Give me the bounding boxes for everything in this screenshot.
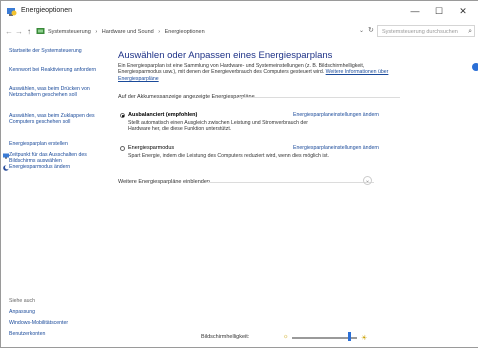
sidebar-link-display-off[interactable]: Zeitpunkt für das Ausschalten des Bildsc…: [9, 152, 105, 165]
section-divider: [238, 97, 400, 98]
sidebar-link-create-plan[interactable]: Energiesparplan erstellen: [9, 141, 105, 147]
breadcrumb-item[interactable]: Hardware und Sound: [102, 29, 154, 35]
sidebar-link-mobility-center[interactable]: Windows-Mobilitätscenter: [9, 320, 105, 326]
breadcrumb[interactable]: Systemsteuerung › Hardware und Sound › E…: [48, 26, 208, 38]
window-title: Energieoptionen: [21, 7, 72, 14]
plan-name-balanced[interactable]: Ausbalanciert (empfohlen): [128, 112, 197, 118]
breadcrumb-item[interactable]: Energieoptionen: [165, 29, 205, 35]
section-label: Auf der Akkumessanzeige angezeigte Energ…: [118, 94, 255, 100]
control-panel-icon: [36, 28, 45, 34]
forward-button[interactable]: →: [14, 25, 24, 39]
page-description: Ein Energiesparplan ist eine Sammlung vo…: [118, 63, 402, 82]
see-also-heading: Siehe auch: [9, 298, 35, 304]
sidebar-link-sleep[interactable]: Energiesparmodus ändern: [9, 164, 105, 170]
title-bar: Energieoptionen — ☐ ✕: [1, 1, 478, 23]
address-bar: ← → ↑ Systemsteuerung › Hardware und Sou…: [1, 24, 478, 40]
power-options-icon: [7, 8, 17, 16]
page-title: Auswählen oder Anpassen eines Energiespa…: [118, 50, 333, 61]
brightness-label: Bildschirmhelligkeit:: [201, 334, 250, 340]
plan-name-power-saver[interactable]: Energiesparmodus: [128, 145, 174, 151]
address-dropdown-icon[interactable]: ⌄: [359, 27, 364, 34]
minimize-button[interactable]: —: [404, 3, 426, 19]
plan-description-balanced: Stellt automatisch einen Ausgleich zwisc…: [128, 120, 308, 133]
help-icon[interactable]: [472, 63, 478, 71]
close-button[interactable]: ✕: [452, 3, 474, 19]
sidebar-link-personalization[interactable]: Anpassung: [9, 309, 105, 315]
window: Energieoptionen — ☐ ✕ ← → ↑ Systemsteuer…: [0, 0, 478, 348]
breadcrumb-separator: ›: [95, 29, 98, 35]
refresh-icon[interactable]: ↻: [368, 26, 374, 34]
search-placeholder: Systemsteuerung durchsuchen: [382, 29, 458, 35]
brightness-low-icon: ☼: [283, 334, 289, 340]
maximize-button[interactable]: ☐: [428, 3, 450, 19]
expand-icon[interactable]: ⌄: [363, 176, 372, 185]
main-content: Auswählen oder Anpassen eines Energiespa…: [108, 41, 478, 347]
back-button[interactable]: ←: [4, 25, 14, 39]
sidebar-link-lid[interactable]: Auswählen, was beim Zuklappen des Comput…: [9, 113, 105, 126]
sidebar: Startseite der Systemsteuerung Kennwort …: [1, 41, 108, 347]
more-plans-label[interactable]: Weitere Energiesparpläne einblenden: [118, 179, 210, 185]
up-button[interactable]: ↑: [24, 25, 34, 39]
more-plans-divider: [206, 182, 374, 183]
breadcrumb-item[interactable]: Systemsteuerung: [48, 29, 91, 35]
brightness-high-icon: ☀: [361, 335, 368, 342]
plan-radio-power-saver[interactable]: [120, 146, 125, 151]
breadcrumb-separator: ›: [158, 29, 161, 35]
sidebar-link-password[interactable]: Kennwort bei Reaktivierung anfordern: [9, 67, 105, 73]
sidebar-link-user-accounts[interactable]: Benutzerkonten: [9, 331, 105, 337]
sidebar-link-power-buttons[interactable]: Auswählen, was beim Drücken von Netzscha…: [9, 86, 105, 99]
search-input[interactable]: Systemsteuerung durchsuchen ⌕: [377, 25, 475, 37]
search-icon[interactable]: ⌕: [468, 26, 472, 38]
brightness-slider-thumb[interactable]: [347, 332, 351, 341]
plan-settings-link-power-saver[interactable]: Energiesparplaneinstellungen ändern: [293, 145, 379, 151]
plan-description-power-saver: Spart Energie, indem die Leistung des Co…: [128, 153, 329, 159]
plan-radio-balanced[interactable]: [120, 113, 125, 118]
plan-settings-link-balanced[interactable]: Energiesparplaneinstellungen ändern: [293, 112, 379, 118]
sidebar-link-home[interactable]: Startseite der Systemsteuerung: [9, 48, 105, 54]
